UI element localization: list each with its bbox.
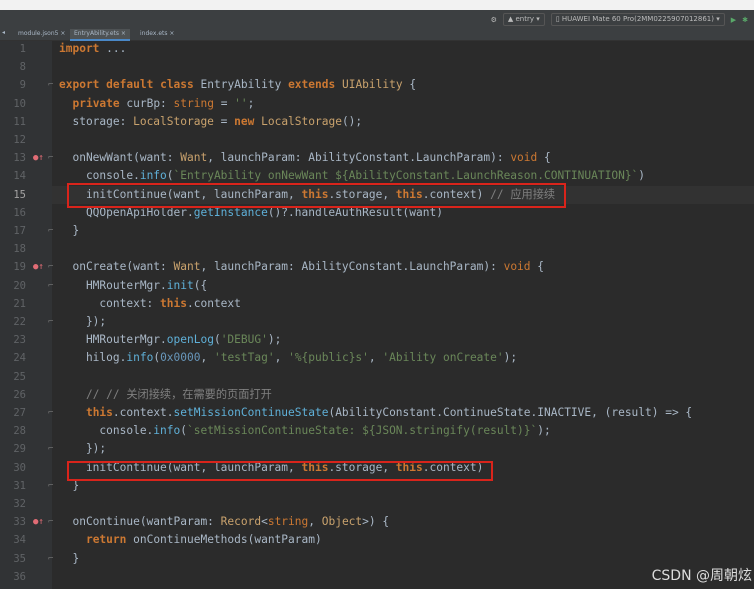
- line-number[interactable]: 1: [0, 40, 26, 58]
- fold-marker-icon[interactable]: ⌐: [48, 477, 53, 495]
- line-number[interactable]: 26: [0, 386, 26, 404]
- fold-marker-icon[interactable]: ⌐: [48, 277, 53, 295]
- device-select[interactable]: ▯ HUAWEI Mate 60 Pro(2MM0225907012861) ▾: [550, 13, 725, 26]
- fold-marker-icon[interactable]: ⌐: [48, 440, 53, 458]
- window-top-strip: [0, 0, 754, 10]
- tabs-scroll-left-icon[interactable]: ◂: [2, 29, 5, 36]
- fold-marker-icon[interactable]: ⌐: [48, 258, 53, 276]
- fold-marker-icon[interactable]: ⌐: [48, 76, 53, 94]
- code-line[interactable]: }: [59, 222, 79, 240]
- line-number[interactable]: 29: [0, 440, 26, 458]
- line-number[interactable]: 13: [0, 149, 26, 167]
- line-number[interactable]: 17: [0, 222, 26, 240]
- code-line[interactable]: export default class EntryAbility extend…: [59, 76, 416, 94]
- fold-marker-icon[interactable]: ⌐: [48, 513, 53, 531]
- line-number[interactable]: 32: [0, 495, 26, 513]
- override-marker-icon[interactable]: ●↑: [33, 513, 44, 531]
- line-number[interactable]: 20: [0, 277, 26, 295]
- code-line[interactable]: console.info(`setMissionContinueState: $…: [59, 422, 550, 440]
- device-label: HUAWEI Mate 60 Pro(2MM0225907012861): [561, 15, 714, 23]
- fold-marker-icon[interactable]: ⌐: [48, 149, 53, 167]
- line-number[interactable]: 30: [0, 459, 26, 477]
- line-number[interactable]: 21: [0, 295, 26, 313]
- code-line[interactable]: return onContinueMethods(wantParam): [59, 531, 322, 549]
- line-number[interactable]: 22: [0, 313, 26, 331]
- code-line[interactable]: HMRouterMgr.openLog('DEBUG');: [59, 331, 281, 349]
- line-number[interactable]: 28: [0, 422, 26, 440]
- tab-label: module.json5: [18, 30, 59, 37]
- code-line[interactable]: });: [59, 313, 106, 331]
- fold-marker-icon[interactable]: ⌐: [48, 404, 53, 422]
- line-number[interactable]: 15: [0, 186, 26, 204]
- debug-icon[interactable]: ✱: [742, 16, 748, 24]
- line-number[interactable]: 31: [0, 477, 26, 495]
- highlight-box-line-30: [67, 461, 493, 481]
- code-line[interactable]: onCreate(want: Want, launchParam: Abilit…: [59, 258, 544, 276]
- code-line[interactable]: }: [59, 550, 79, 568]
- line-number[interactable]: 34: [0, 531, 26, 549]
- code-line[interactable]: onContinue(wantParam: Record<string, Obj…: [59, 513, 389, 531]
- tab-module-json5[interactable]: module.json5 ×: [14, 29, 69, 39]
- code-line[interactable]: import ...: [59, 40, 126, 58]
- line-number[interactable]: 19: [0, 258, 26, 276]
- line-number[interactable]: 12: [0, 131, 26, 149]
- run-icon[interactable]: ▶: [731, 16, 736, 24]
- line-number[interactable]: 10: [0, 95, 26, 113]
- tab-label: EntryAbility.ets: [74, 30, 120, 37]
- run-target-label: entry: [515, 15, 534, 23]
- code-line[interactable]: });: [59, 440, 106, 458]
- code-line[interactable]: this.context.setMissionContinueState(Abi…: [59, 404, 692, 422]
- line-number[interactable]: 35: [0, 550, 26, 568]
- line-number[interactable]: 25: [0, 368, 26, 386]
- settings-icon[interactable]: ⚙: [491, 16, 497, 24]
- code-line[interactable]: storage: LocalStorage = new LocalStorage…: [59, 113, 362, 131]
- line-number[interactable]: 11: [0, 113, 26, 131]
- line-number[interactable]: 23: [0, 331, 26, 349]
- line-number[interactable]: 36: [0, 568, 26, 586]
- code-line[interactable]: private curBp: string = '';: [59, 95, 254, 113]
- override-marker-icon[interactable]: ●↑: [33, 149, 44, 167]
- tab-label: index.ets: [140, 30, 168, 37]
- toolbar: ⚙ ▲ entry ▾ ▯ HUAWEI Mate 60 Pro(2MM0225…: [0, 10, 754, 28]
- code-line[interactable]: context: this.context: [59, 295, 240, 313]
- override-marker-icon[interactable]: ●↑: [33, 258, 44, 276]
- tab-index-ets[interactable]: index.ets ×: [136, 29, 178, 39]
- code-line[interactable]: // // 关闭接续，在需要的页面打开: [59, 386, 272, 404]
- code-line[interactable]: hilog.info(0x0000, 'testTag', '%{public}…: [59, 349, 517, 367]
- watermark: CSDN @周朝炫: [651, 568, 752, 584]
- line-number[interactable]: 8: [0, 58, 26, 76]
- line-number[interactable]: 9: [0, 76, 26, 94]
- line-number[interactable]: 14: [0, 167, 26, 185]
- fold-marker-icon[interactable]: ⌐: [48, 550, 53, 568]
- fold-marker-icon[interactable]: ⌐: [48, 313, 53, 331]
- code-line[interactable]: onNewWant(want: Want, launchParam: Abili…: [59, 149, 550, 167]
- line-number[interactable]: 16: [0, 204, 26, 222]
- run-target-select[interactable]: ▲ entry ▾: [502, 13, 545, 26]
- code-line[interactable]: HMRouterMgr.init({: [59, 277, 207, 295]
- highlight-box-line-15: [67, 183, 566, 208]
- fold-marker-icon[interactable]: ⌐: [48, 222, 53, 240]
- line-number[interactable]: 27: [0, 404, 26, 422]
- line-number[interactable]: 18: [0, 240, 26, 258]
- line-number[interactable]: 33: [0, 513, 26, 531]
- line-number[interactable]: 24: [0, 349, 26, 367]
